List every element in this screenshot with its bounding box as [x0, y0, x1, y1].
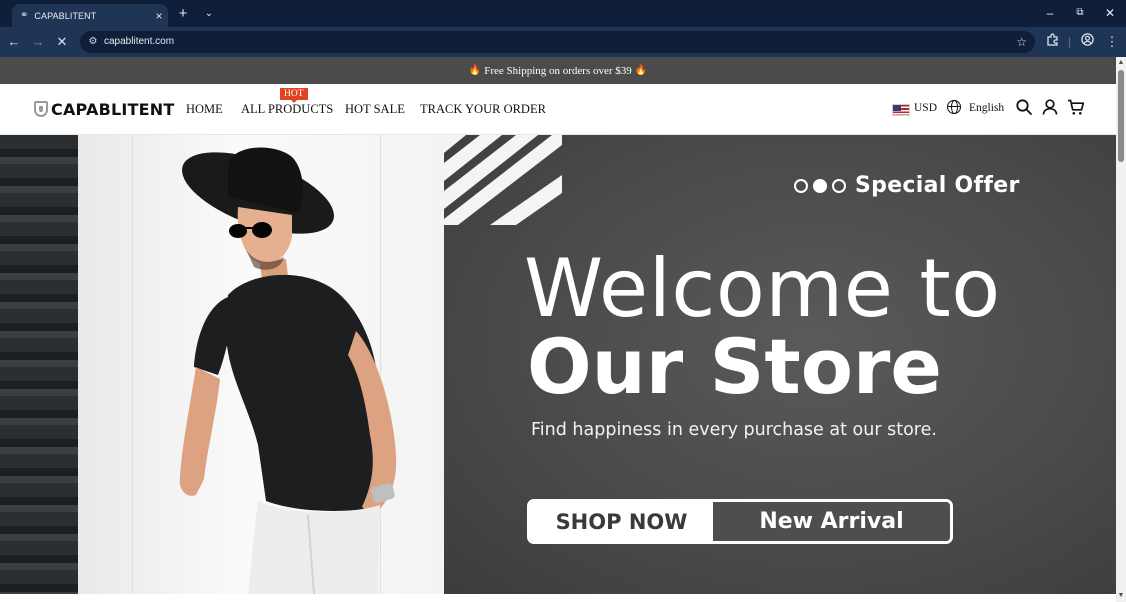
hot-badge: HOT: [280, 88, 308, 103]
shield-logo-icon: [34, 101, 48, 117]
profile-icon[interactable]: [1078, 33, 1096, 51]
forward-icon[interactable]: →: [29, 33, 47, 51]
hero-banner[interactable]: Special Offer Welcome to Our Store Find …: [0, 135, 1116, 594]
flame-icon: 🔥: [634, 65, 648, 76]
shop-now-button[interactable]: SHOP NOW: [530, 502, 713, 541]
nav-all-products[interactable]: ALL PRODUCTS: [241, 102, 333, 117]
special-offer-label: Special Offer: [855, 173, 1020, 198]
special-offer-eyebrow: Special Offer: [794, 173, 1020, 198]
browser-tab-strip: ⚭ CAPABLITENT × + ⌄ – ⧉ ✕: [0, 0, 1126, 27]
slider-dot-3[interactable]: [832, 178, 846, 193]
globe-icon[interactable]: [947, 100, 961, 114]
favicon-icon: ⚭: [20, 10, 29, 21]
page-viewport: 🔥 Free Shipping on orders over $39 🔥 CAP…: [0, 57, 1116, 602]
hero-offer-panel: Special Offer Welcome to Our Store Find …: [444, 135, 1116, 594]
nav-hot-sale[interactable]: HOT SALE: [345, 102, 405, 117]
toolbar-separator: [1069, 37, 1070, 48]
browser-toolbar: ← → ✕ ⚙ capablitent.com ☆ ⋮: [0, 27, 1126, 57]
hero-button-group: SHOP NOW New Arrival: [527, 499, 953, 544]
slider-dot-1[interactable]: [794, 178, 808, 193]
scroll-down-arrow-icon[interactable]: ▼: [1117, 591, 1125, 601]
stop-loading-icon[interactable]: ✕: [53, 33, 71, 51]
site-header: CAPABLITENT HOME ALL PRODUCTS HOT HOT SA…: [0, 84, 1116, 135]
site-info-icon[interactable]: ⚙: [86, 34, 100, 50]
hero-tagline: Find happiness in every purchase at our …: [531, 420, 937, 440]
tab-list-icon[interactable]: ⌄: [200, 5, 218, 23]
decorative-stripes: [444, 135, 562, 225]
slider-dot-2-active[interactable]: [813, 178, 827, 193]
account-icon[interactable]: [1041, 98, 1059, 116]
new-arrival-button[interactable]: New Arrival: [713, 502, 950, 541]
announcement-text: Free Shipping on orders over $39: [484, 64, 632, 77]
search-icon[interactable]: [1015, 98, 1033, 116]
logo-text: CAPABLITENT: [51, 99, 175, 119]
currency-selector[interactable]: USD: [914, 102, 937, 114]
new-tab-icon[interactable]: +: [174, 5, 192, 23]
hero-shutter-background: [0, 135, 78, 594]
extensions-icon[interactable]: [1043, 33, 1061, 51]
close-window-icon[interactable]: ✕: [1095, 3, 1125, 23]
scroll-up-arrow-icon[interactable]: ▲: [1117, 58, 1125, 68]
restore-icon[interactable]: ⧉: [1065, 3, 1095, 23]
cart-icon[interactable]: [1067, 98, 1085, 116]
back-icon[interactable]: ←: [5, 33, 23, 51]
us-flag-icon[interactable]: [892, 104, 910, 116]
url-text[interactable]: capablitent.com: [104, 31, 174, 53]
announcement-bar: 🔥 Free Shipping on orders over $39 🔥: [0, 57, 1116, 84]
hero-model-photo: [0, 135, 444, 594]
minimize-icon[interactable]: –: [1035, 3, 1065, 23]
page-scrollbar[interactable]: ▲ ▼: [1116, 57, 1126, 602]
close-tab-icon[interactable]: ×: [150, 9, 168, 23]
flame-icon: 🔥: [468, 65, 482, 76]
language-selector[interactable]: English: [969, 102, 1004, 114]
address-bar[interactable]: ⚙ capablitent.com ☆: [80, 31, 1035, 53]
nav-home[interactable]: HOME: [186, 102, 223, 117]
hero-model-illustration: [179, 147, 397, 594]
site-logo[interactable]: CAPABLITENT: [34, 99, 174, 119]
nav-track-order[interactable]: TRACK YOUR ORDER: [420, 102, 546, 117]
hero-headline-line2: Our Store: [527, 322, 942, 411]
browser-tab-active[interactable]: ⚭ CAPABLITENT ×: [12, 4, 168, 27]
tab-title: CAPABLITENT: [34, 10, 97, 21]
scrollbar-thumb[interactable]: [1118, 70, 1124, 162]
bookmark-star-icon[interactable]: ☆: [1016, 31, 1027, 53]
browser-menu-icon[interactable]: ⋮: [1103, 33, 1121, 51]
